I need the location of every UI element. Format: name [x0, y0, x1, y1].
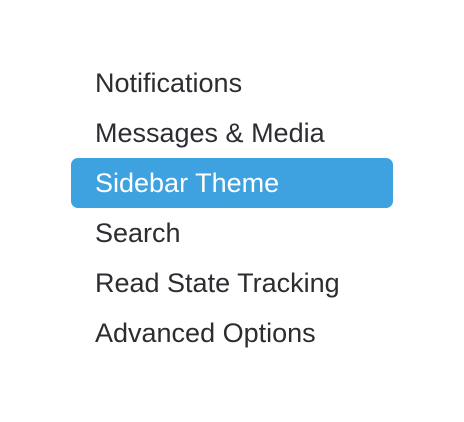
menu-item-messages-media[interactable]: Messages & Media [71, 108, 393, 158]
menu-item-sidebar-theme[interactable]: Sidebar Theme [71, 158, 393, 208]
menu-item-read-state-tracking[interactable]: Read State Tracking [71, 258, 393, 308]
menu-item-advanced-options[interactable]: Advanced Options [71, 308, 393, 358]
menu-item-notifications[interactable]: Notifications [71, 58, 393, 108]
preferences-menu: Notifications Messages & Media Sidebar T… [71, 58, 393, 358]
menu-item-search[interactable]: Search [71, 208, 393, 258]
